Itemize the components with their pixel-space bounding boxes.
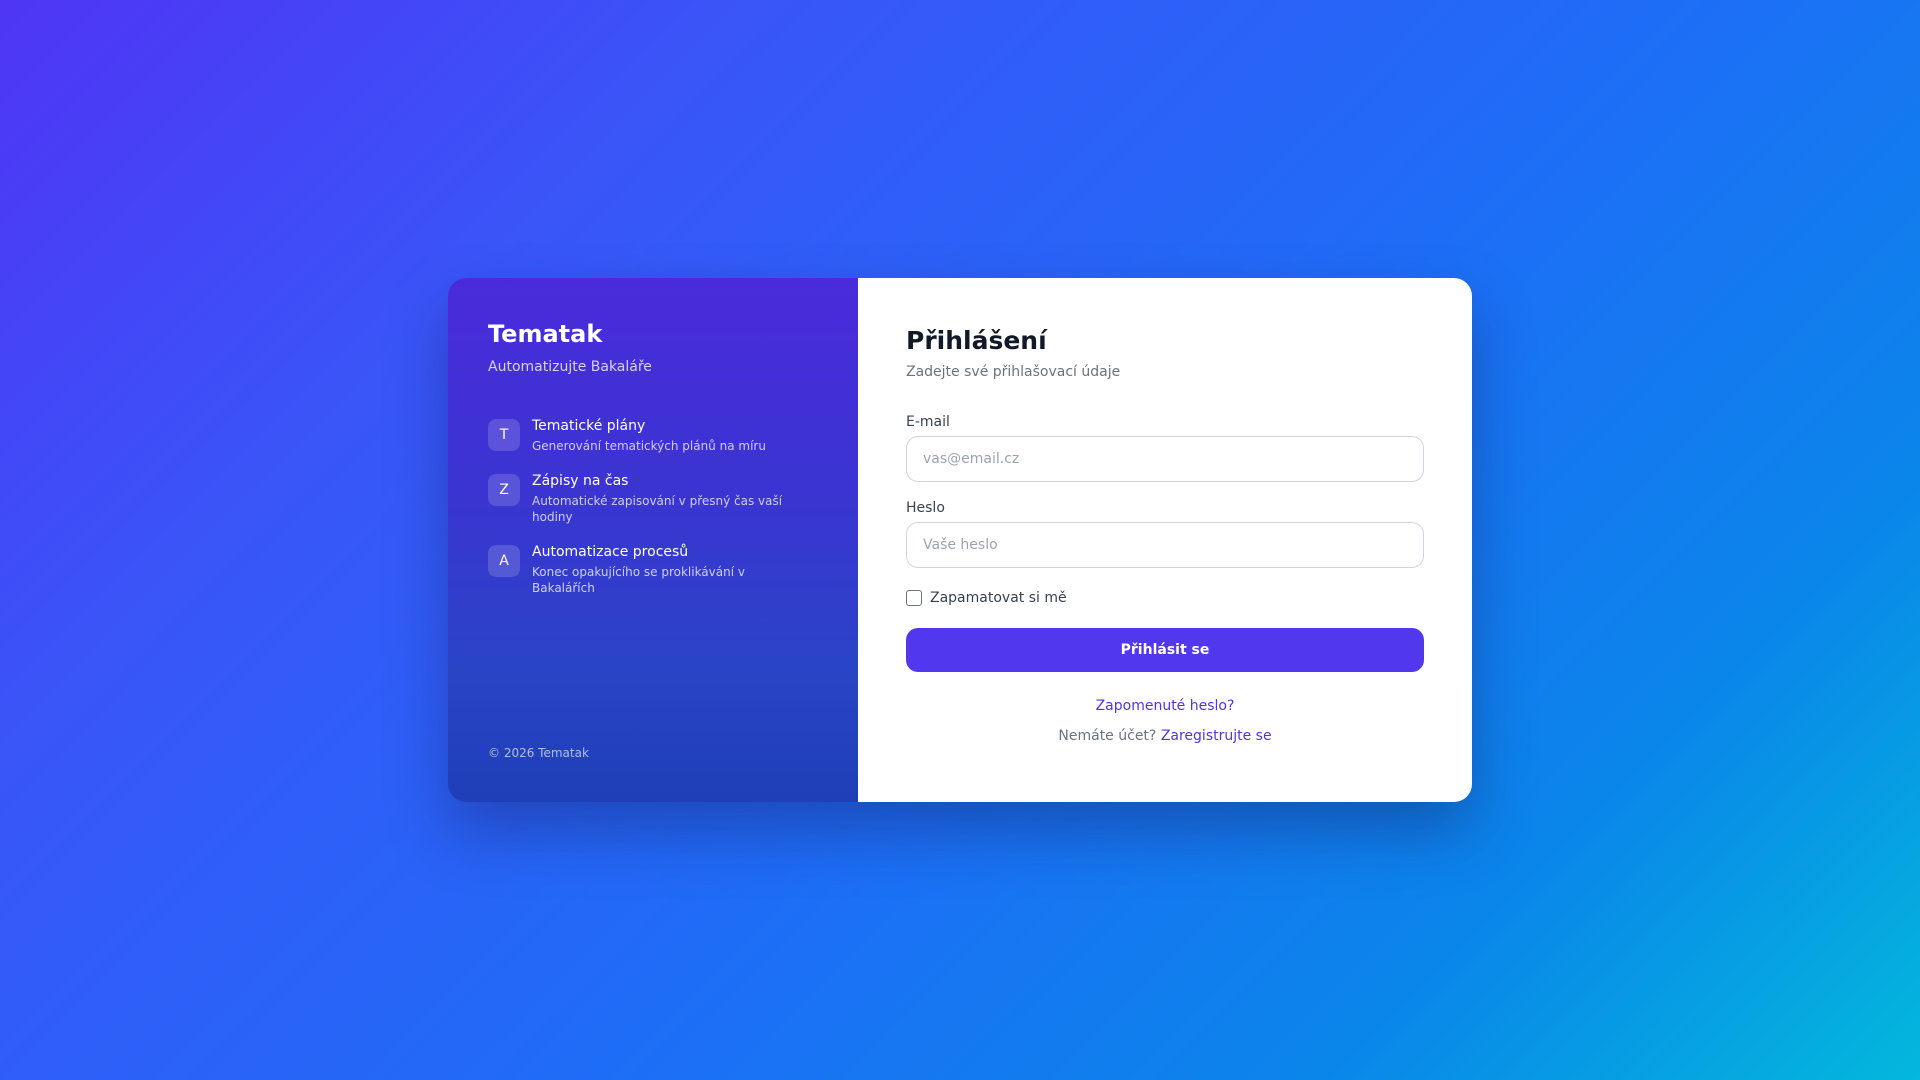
feature-text: Zápisy na čas Automatické zapisování v p… [532,472,802,525]
password-label: Heslo [906,500,945,516]
feature-item-zapisy-na-cas: Z Zápisy na čas Automatické zapisování v… [488,472,818,525]
feature-letter-icon: A [488,544,520,577]
brand-title: Tematak [488,320,603,348]
login-form-panel: Přihlášení Zadejte své přihlašovací údaj… [858,278,1472,802]
forgot-password-link[interactable]: Zapomenuté heslo? [1096,698,1235,714]
remember-me-row: Zapamatovat si mě [906,590,1424,606]
feature-title: Automatizace procesů [532,543,689,560]
feature-description: Konec opakujícího se proklikávání v Baka… [532,564,745,595]
feature-item-automatizace-procesu: A Automatizace procesů Konec opakujícího… [488,543,818,596]
login-page: { "brand": { "title": "Tematak", "subtit… [0,0,1920,1080]
feature-title: Zápisy na čas [532,472,629,489]
auth-links: Zapomenuté heslo? Nemáte účet? Zaregistr… [906,698,1424,744]
remember-me-label[interactable]: Zapamatovat si mě [930,590,1067,606]
register-link[interactable]: Zaregistrujte se [1161,728,1272,744]
login-title: Přihlášení [906,326,1047,355]
login-subtitle: Zadejte své přihlašovací údaje [906,364,1121,380]
feature-text: Tematické plány Generování tematických p… [532,417,766,454]
feature-item-tematicke-plany: T Tematické plány Generování tematických… [488,417,818,454]
email-input[interactable] [906,436,1424,482]
feature-description: Generování tematických plánů na míru [532,438,766,453]
email-label: E-mail [906,414,950,430]
login-card: Tematak Automatizujte Bakaláře T Tematic… [448,278,1472,802]
no-account-text: Nemáte účet? [1058,728,1157,744]
password-input[interactable] [906,522,1424,568]
feature-letter-icon: T [488,418,520,451]
login-submit-button[interactable]: Přihlásit se [906,628,1424,672]
feature-list: T Tematické plány Generování tematických… [488,417,818,596]
copyright-text: © 2026 Tematak [488,746,589,760]
remember-me-checkbox[interactable] [906,590,922,606]
brand-panel: Tematak Automatizujte Bakaláře T Tematic… [448,278,858,802]
feature-description: Automatické zapisování v přesný čas vaší… [532,493,783,524]
signup-row: Nemáte účet? Zaregistrujte se [906,728,1424,744]
brand-subtitle: Automatizujte Bakaláře [488,358,652,375]
feature-title: Tematické plány [532,417,646,434]
feature-text: Automatizace procesů Konec opakujícího s… [532,543,802,596]
feature-letter-icon: Z [488,473,520,506]
